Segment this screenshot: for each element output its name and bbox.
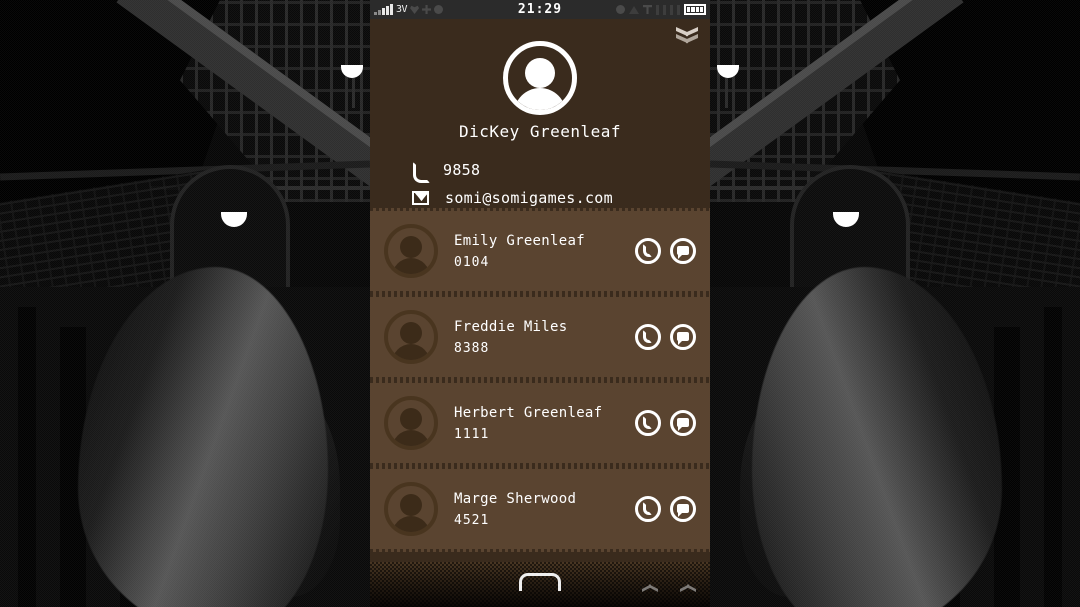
contact-number: 1111	[454, 426, 490, 442]
triangle-icon	[629, 5, 639, 14]
contact-info: Emily Greenleaf 0104	[454, 233, 635, 270]
phone-circle-icon[interactable]	[635, 496, 661, 522]
contact-name: Herbert Greenleaf	[454, 404, 603, 421]
page-title: DicKey Greenleaf	[458, 122, 622, 141]
chevron-double-down-icon[interactable]	[676, 25, 698, 45]
bar-icon	[656, 4, 659, 15]
row-actions	[635, 410, 696, 436]
contact-email-value: somi@somigames.com	[445, 189, 613, 207]
contact-info: Freddie Miles 8388	[454, 319, 635, 356]
bar-icon	[670, 4, 673, 15]
person-avatar-icon	[503, 41, 577, 115]
status-bar-right	[616, 4, 706, 15]
scene-right-half	[710, 0, 1080, 607]
person-avatar-icon	[384, 396, 438, 450]
contact-info: Herbert Greenleaf 1111	[454, 405, 635, 442]
contact-phone-value: 9858	[443, 161, 481, 179]
contact-number: 4521	[454, 512, 490, 528]
bar-icon	[663, 4, 666, 15]
contact-number: 8388	[454, 340, 490, 356]
contact-name: Emily Greenleaf	[454, 232, 585, 249]
message-circle-icon[interactable]	[670, 324, 696, 350]
phone-icon	[412, 161, 430, 183]
contact-number: 0104	[454, 254, 490, 270]
scene-dither-overlay	[710, 0, 1080, 607]
person-avatar-icon	[384, 310, 438, 364]
mail-icon	[412, 191, 429, 205]
message-circle-icon[interactable]	[670, 410, 696, 436]
person-avatar-icon	[384, 482, 438, 536]
chevron-up-icon[interactable]	[642, 589, 658, 595]
phone-circle-icon[interactable]	[635, 238, 661, 264]
chevron-up-icon[interactable]	[680, 589, 696, 595]
contact-name: Marge Sherwood	[454, 490, 577, 507]
bar-icon	[677, 4, 680, 15]
scene-left-half	[0, 0, 370, 607]
battery-icon	[684, 4, 706, 15]
person-avatar-icon	[384, 224, 438, 278]
list-item[interactable]: Marge Sherwood 4521	[370, 466, 710, 552]
row-actions	[635, 324, 696, 350]
row-actions	[635, 496, 696, 522]
phone-circle-icon[interactable]	[635, 410, 661, 436]
scene-dither-overlay	[0, 0, 370, 607]
list-item[interactable]: Herbert Greenleaf 1111	[370, 380, 710, 466]
list-item[interactable]: Emily Greenleaf 0104	[370, 208, 710, 294]
row-actions	[635, 238, 696, 264]
contact-info: Marge Sherwood 4521	[454, 491, 635, 528]
home-button-icon[interactable]	[519, 573, 561, 591]
status-bar: 3V 21:29	[370, 0, 710, 19]
contact-name: Freddie Miles	[454, 318, 568, 335]
contact-email-row[interactable]: somi@somigames.com	[412, 189, 613, 207]
phone-contact-app: 3V 21:29 DicKey Greenleaf 9858 somi@somi…	[370, 0, 710, 607]
list-item[interactable]: Freddie Miles 8388	[370, 294, 710, 380]
message-circle-icon[interactable]	[670, 496, 696, 522]
phone-circle-icon[interactable]	[635, 324, 661, 350]
contact-list: Emily Greenleaf 0104 Freddie Miles 8388 Herb…	[370, 208, 710, 552]
circle-icon	[616, 5, 625, 14]
bottom-nav-bar	[370, 562, 710, 607]
contact-phone-row[interactable]: 9858	[412, 161, 481, 183]
message-circle-icon[interactable]	[670, 238, 696, 264]
tee-icon	[643, 5, 652, 14]
contact-header: DicKey Greenleaf 9858 somi@somigames.com	[370, 19, 710, 208]
